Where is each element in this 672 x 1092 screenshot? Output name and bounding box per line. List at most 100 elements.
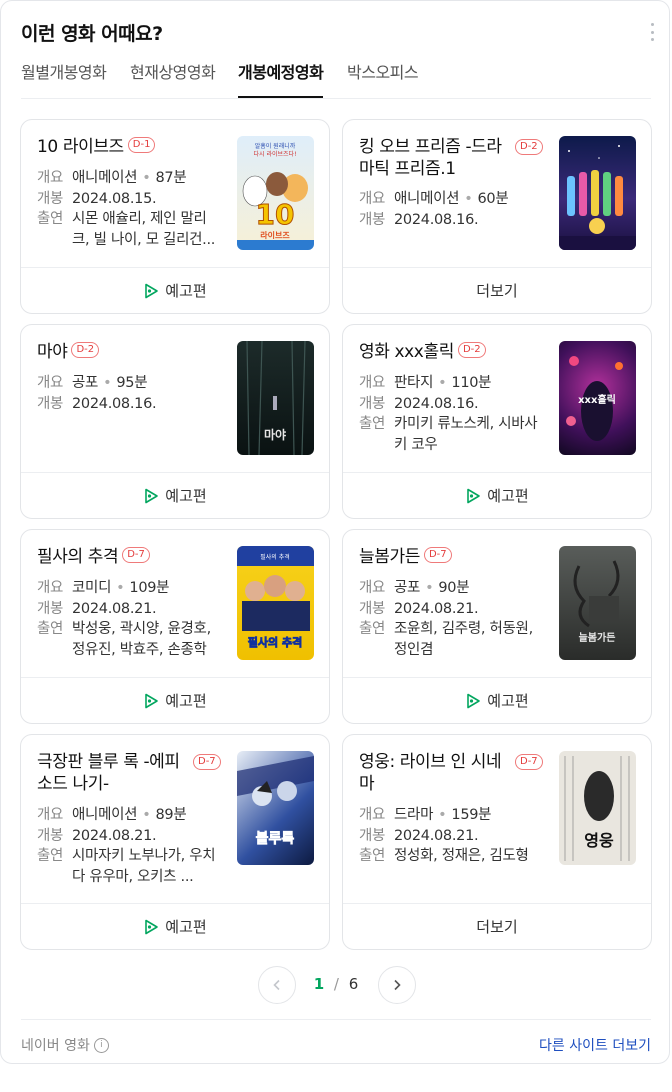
trailer-button[interactable]: 예고편	[21, 903, 329, 949]
tab-monthly[interactable]: 월별개봉영화	[21, 57, 107, 97]
movie-poster[interactable]: 알흠이 원래니까 다시 라이브즈다! 10 라이브즈	[237, 136, 314, 250]
movie-card[interactable]: 극장판 블루 록 -에피소드 나기- D-7 개요 애니메이션 • 89분 개봉 202…	[20, 734, 330, 950]
movie-card[interactable]: 영웅: 라이브 인 시네마 D-7 개요 드라마 • 159분 개봉 2024.08.2…	[342, 734, 652, 950]
info-label: 개봉	[37, 190, 64, 207]
poster-text: 필사의 추격	[260, 553, 290, 561]
movie-title[interactable]: 늘봄가든 D-7	[359, 546, 549, 568]
release-date: 2024.08.21.	[72, 827, 157, 844]
release-date: 2024.08.21.	[72, 600, 157, 617]
play-icon	[145, 283, 159, 298]
genre: 드라마	[394, 807, 434, 823]
movie-poster[interactable]: 늘봄가든	[559, 546, 636, 660]
info-label: 개봉	[359, 827, 386, 844]
runtime: 110분	[451, 375, 492, 391]
trailer-button[interactable]: 예고편	[21, 677, 329, 723]
runtime: 95분	[116, 375, 148, 391]
trailer-label: 예고편	[165, 918, 207, 936]
movie-title[interactable]: 필사의 추격 D-7	[37, 546, 227, 568]
more-button[interactable]: 더보기	[343, 267, 651, 313]
genre: 코미디	[72, 580, 112, 596]
info-label: 출연	[37, 621, 64, 637]
movie-info: 개요 공포 • 95분 개봉 2024.08.16.	[37, 373, 222, 414]
info-label: 개봉	[359, 395, 386, 412]
tab-upcoming[interactable]: 개봉예정영화	[238, 57, 324, 98]
play-icon	[145, 919, 159, 934]
movie-card[interactable]: 10 라이브즈 D-1 개요 애니메이션 • 87분 개봉 2024.08.15. 출연 시…	[20, 119, 330, 314]
chevron-right-icon	[394, 979, 401, 991]
runtime: 109분	[129, 580, 170, 596]
movie-title[interactable]: 킹 오브 프리즘 -드라마틱 프리즘.1	[359, 136, 509, 180]
runtime: 90분	[438, 580, 470, 596]
page-indicator: 1 / 6	[301, 975, 371, 993]
dday-badge: D-7	[193, 754, 221, 770]
info-label: 개봉	[37, 395, 64, 412]
movie-poster[interactable]: 마야	[237, 341, 314, 455]
dday-badge: D-2	[457, 342, 486, 358]
info-label: 개봉	[359, 600, 386, 617]
movie-title[interactable]: 마야 D-2	[37, 341, 227, 363]
poster-text: 다시 라이브즈다!	[254, 150, 297, 158]
movie-poster[interactable]: xxx홀릭	[559, 341, 636, 455]
movie-card[interactable]: 늘봄가든 D-7 개요 공포 • 90분 개봉 2024.08.21. 출연 조윤희, 김주…	[342, 529, 652, 724]
trailer-label: 예고편	[165, 692, 207, 710]
movie-title[interactable]: 극장판 블루 록 -에피소드 나기-	[37, 751, 187, 795]
pagination: 1 / 6	[1, 966, 671, 1004]
movie-info: 개요 판타지 • 110분 개봉 2024.08.16. 출연 카미키 류노스케, 시바사…	[359, 373, 544, 455]
dday-badge: D-7	[515, 754, 543, 770]
runtime: 87분	[155, 170, 187, 186]
trailer-button[interactable]: 예고편	[21, 472, 329, 518]
info-label: 개요	[359, 191, 386, 207]
info-label: 개요	[359, 580, 386, 596]
tab-now-showing[interactable]: 현재상영영화	[130, 57, 216, 97]
info-icon[interactable]: i	[93, 1037, 109, 1053]
prev-page-button[interactable]	[258, 966, 296, 1004]
play-icon	[467, 488, 481, 503]
info-label: 출연	[37, 848, 64, 864]
dday-badge: D-7	[122, 547, 150, 563]
genre: 판타지	[394, 375, 434, 391]
play-icon	[145, 693, 159, 708]
movie-title[interactable]: 영웅: 라이브 인 시네마	[359, 751, 509, 795]
release-date: 2024.08.21.	[394, 600, 479, 617]
page-separator: /	[333, 975, 339, 993]
more-options-icon[interactable]	[649, 23, 655, 41]
tab-bar: 월별개봉영화 현재상영영화 개봉예정영화 박스오피스	[21, 57, 651, 99]
info-label: 개봉	[37, 600, 64, 617]
footer: 네이버 영화 i 다른 사이트 더보기	[21, 1019, 651, 1066]
movie-card[interactable]: 마야 D-2 개요 공포 • 95분 개봉 2024.08.16. 마야 예고편	[20, 324, 330, 519]
poster-text: 영웅	[584, 831, 614, 850]
movie-card[interactable]: 킹 오브 프리즘 -드라마틱 프리즘.1 D-2 개요 애니메이션 • 60분 개봉 2…	[342, 119, 652, 314]
movie-title[interactable]: 영화 xxx홀릭 D-2	[359, 341, 549, 363]
more-button[interactable]: 더보기	[343, 903, 651, 949]
cast: 시마자키 노부나가, 우치다 유우마, 오키츠 ...	[72, 848, 216, 885]
movie-poster[interactable]	[559, 136, 636, 250]
info-label: 출연	[359, 621, 386, 637]
movie-poster[interactable]: 영웅	[559, 751, 636, 865]
panel-title: 이런 영화 어때요?	[21, 23, 163, 45]
movie-title[interactable]: 10 라이브즈 D-1	[37, 136, 227, 158]
movie-card[interactable]: 필사의 추격 D-7 개요 코미디 • 109분 개봉 2024.08.21. 출연 박성웅…	[20, 529, 330, 724]
cast: 정성화, 정재은, 김도형	[394, 848, 529, 864]
movie-recommendation-panel: 이런 영화 어때요? 월별개봉영화 현재상영영화 개봉예정영화 박스오피스 10…	[0, 0, 670, 1064]
trailer-button[interactable]: 예고편	[343, 472, 651, 518]
movie-poster[interactable]: 필사의 추격 필사의 추격	[237, 546, 314, 660]
trailer-button[interactable]: 예고편	[343, 677, 651, 723]
chevron-left-icon	[273, 979, 280, 991]
genre: 공포	[394, 580, 421, 596]
movie-info: 개요 애니메이션 • 87분 개봉 2024.08.15. 출연 시몬 애슐리, 제인 말…	[37, 168, 222, 250]
info-label: 개요	[37, 807, 64, 823]
dday-badge: D-2	[515, 139, 543, 155]
movie-info: 개요 코미디 • 109분 개봉 2024.08.21. 출연 박성웅, 곽시양, 윤경호…	[37, 578, 222, 660]
trailer-button[interactable]: 예고편	[21, 267, 329, 313]
movie-info: 개요 애니메이션 • 89분 개봉 2024.08.21. 출연 시마자키 노부나가, 우…	[37, 805, 222, 887]
poster-text: 늘봄가든	[579, 631, 616, 644]
other-sites-link[interactable]: 다른 사이트 더보기	[539, 1035, 651, 1055]
movie-poster[interactable]: 블루록	[237, 751, 314, 865]
poster-text: 필사의 추격	[248, 635, 302, 649]
tab-box-office[interactable]: 박스오피스	[347, 57, 419, 97]
next-page-button[interactable]	[378, 966, 416, 1004]
movie-card[interactable]: 영화 xxx홀릭 D-2 개요 판타지 • 110분 개봉 2024.08.16. 출연 카…	[342, 324, 652, 519]
poster-text: 블루록	[256, 831, 295, 847]
genre: 공포	[72, 375, 99, 391]
dday-badge: D-1	[127, 137, 156, 153]
